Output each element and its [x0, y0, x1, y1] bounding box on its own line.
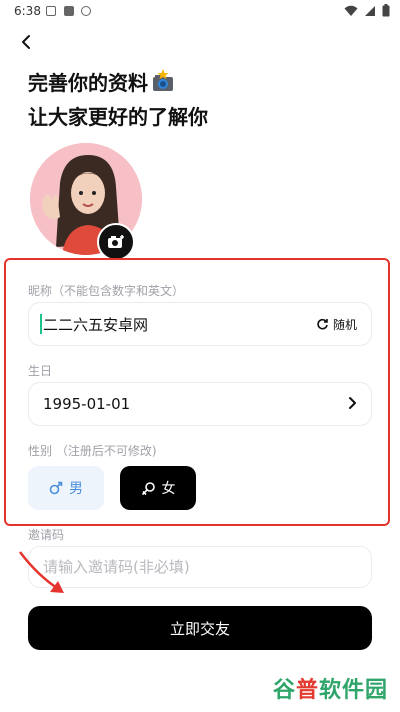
status-time: 6:38 [14, 4, 41, 18]
random-label: 随机 [332, 318, 357, 332]
gender-female-button[interactable]: 女 [120, 466, 196, 510]
camera-emoji-icon [150, 69, 176, 102]
back-button[interactable] [14, 30, 38, 54]
nickname-value: 二二六五安卓网 [43, 316, 149, 334]
nickname-label: 昵称（不能包含数字和英文） [28, 284, 185, 298]
back-icon [22, 35, 30, 49]
notification-icon [64, 6, 74, 16]
notification-icon [46, 6, 56, 16]
signal-icon [365, 5, 375, 16]
nickname-field[interactable]: 二二六五安卓网 随机 [28, 302, 372, 346]
gender-label: 性别 （注册后不可修改) [28, 444, 157, 458]
birthday-value: 1995-01-01 [43, 395, 131, 413]
title-line-1: 完善你的资料 [28, 71, 148, 95]
birthday-field[interactable]: 1995-01-01 [28, 382, 372, 426]
birthday-label: 生日 [28, 364, 53, 378]
arrow-annotation-icon [14, 548, 74, 604]
male-label: 男 [69, 481, 83, 497]
submit-button[interactable]: 立即交友 [28, 606, 372, 650]
change-avatar-button[interactable] [97, 223, 135, 261]
camera-icon [108, 235, 124, 248]
wifi-icon [344, 5, 358, 16]
refresh-icon [317, 318, 328, 330]
title-line-2: 让大家更好的了解你 [28, 105, 208, 129]
random-nickname-button[interactable]: 随机 [316, 316, 357, 333]
status-bar: 6:38 [0, 0, 400, 24]
invite-code-input[interactable] [28, 546, 372, 588]
watermark-logo: 谷普软件园 [273, 678, 389, 703]
chevron-right-icon [347, 395, 357, 415]
battery-icon [382, 4, 390, 17]
text-cursor [40, 314, 42, 334]
notification-icon [81, 6, 91, 16]
invite-label: 邀请码 [28, 528, 65, 542]
gender-male-button[interactable]: 男 [28, 466, 104, 510]
female-icon [141, 481, 155, 495]
female-label: 女 [161, 481, 176, 497]
status-indicators [344, 4, 390, 17]
male-icon [49, 481, 63, 495]
page-title: 完善你的资料 让大家更好的了解你 [28, 68, 208, 133]
